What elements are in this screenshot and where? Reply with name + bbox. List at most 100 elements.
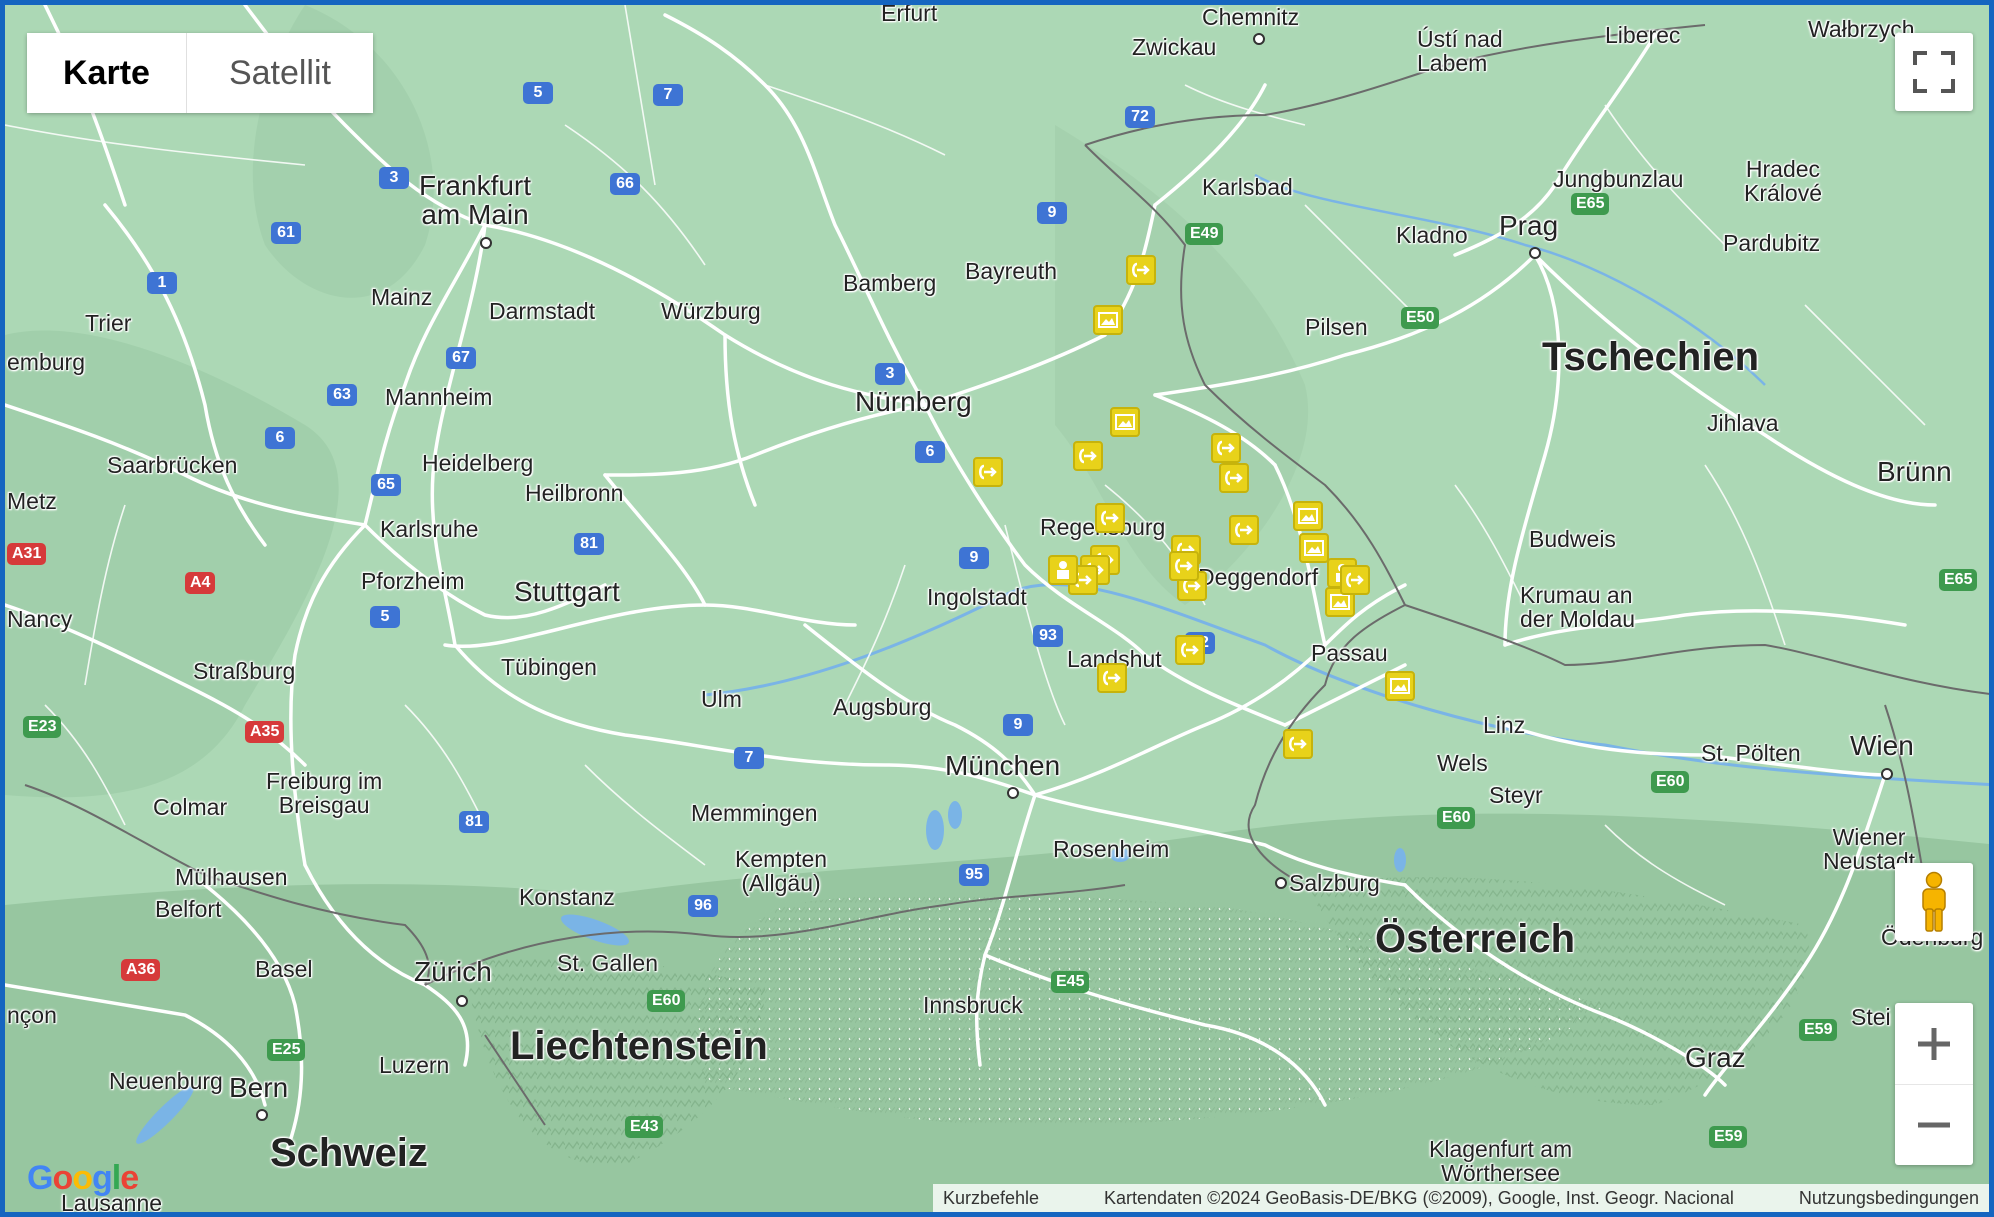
- minus-icon: [1918, 1122, 1950, 1127]
- city-label: Mannheim: [385, 384, 493, 410]
- city-label: nçon: [7, 1002, 57, 1028]
- arrow-icon: [1132, 262, 1150, 278]
- poi-marker-arrow[interactable]: [1219, 463, 1249, 493]
- road-shield: E65: [1571, 193, 1610, 215]
- poi-marker-person[interactable]: [1048, 555, 1078, 585]
- road-shield: 67: [446, 347, 476, 369]
- poi-marker-photo[interactable]: [1299, 533, 1329, 563]
- city-label: Bern: [229, 1072, 289, 1103]
- city-label: Neuenburg: [109, 1068, 223, 1094]
- poi-marker-arrow[interactable]: [1126, 255, 1156, 285]
- city-label: Jihlava: [1707, 410, 1779, 436]
- road-shield: A31: [7, 543, 47, 565]
- poi-marker-photo[interactable]: [1385, 671, 1415, 701]
- arrow-icon: [1346, 572, 1364, 588]
- poi-marker-arrow[interactable]: [1097, 663, 1127, 693]
- poi-marker-arrow[interactable]: [1175, 635, 1205, 665]
- fullscreen-icon: [1913, 51, 1955, 93]
- zoom-control: [1895, 1003, 1973, 1165]
- poi-marker-photo[interactable]: [1293, 501, 1323, 531]
- zoom-in-button[interactable]: [1895, 1004, 1973, 1085]
- fullscreen-button[interactable]: [1895, 33, 1973, 111]
- city-label: Freiburg im Breisgau: [266, 768, 383, 819]
- road-shield: E59: [1709, 1126, 1748, 1148]
- road-shield: E59: [1799, 1019, 1838, 1041]
- city-label: Stei: [1851, 1004, 1891, 1030]
- road-shield: 63: [327, 384, 357, 406]
- poi-marker-arrow[interactable]: [1073, 441, 1103, 471]
- photo-icon: [1115, 414, 1135, 430]
- arrow-icon: [1217, 440, 1235, 456]
- city-label: Graz: [1685, 1042, 1746, 1073]
- road-shield: 96: [688, 895, 718, 917]
- country-label-osterreich: Österreich: [1375, 917, 1576, 961]
- keyboard-shortcuts-link[interactable]: Kurzbefehle: [943, 1188, 1039, 1209]
- road-shield: 66: [610, 173, 640, 195]
- map-type-map-button[interactable]: Karte: [27, 33, 186, 113]
- road-shield: 5: [370, 606, 400, 628]
- zoom-out-button[interactable]: [1895, 1085, 1973, 1165]
- city-label: St. Pölten: [1701, 740, 1801, 766]
- city-label: Karlsbad: [1202, 174, 1293, 200]
- road-shield: 6: [915, 441, 945, 463]
- road-shield: 7: [653, 84, 683, 106]
- road-shield: 9: [1037, 202, 1067, 224]
- country-label-schweiz: Schweiz: [270, 1131, 428, 1175]
- poi-marker-photo[interactable]: [1110, 407, 1140, 437]
- city-label: Würzburg: [661, 298, 761, 324]
- city-dot: [1529, 247, 1541, 259]
- road-shield: 95: [959, 864, 989, 886]
- city-label: Nürnberg: [855, 386, 972, 417]
- city-label: Pardubitz: [1723, 230, 1821, 256]
- road-shield: 3: [875, 363, 905, 385]
- street-view-pegman-button[interactable]: [1895, 863, 1973, 941]
- arrow-icon: [1175, 558, 1193, 574]
- map-canvas[interactable]: [5, 5, 1994, 1217]
- city-label: Nancy: [7, 606, 73, 632]
- poi-marker-arrow[interactable]: [1211, 433, 1241, 463]
- city-label: Konstanz: [519, 884, 615, 910]
- poi-marker-photo[interactable]: [1093, 305, 1123, 335]
- city-label: Frankfurt am Main: [419, 170, 532, 231]
- road-shield: A36: [121, 959, 161, 981]
- road-shield: E50: [1401, 307, 1440, 329]
- arrow-icon: [1079, 448, 1097, 464]
- city-label: Kempten (Allgäu): [735, 846, 828, 897]
- poi-marker-arrow[interactable]: [1283, 729, 1313, 759]
- city-label: Mainz: [371, 284, 433, 310]
- poi-marker-arrow[interactable]: [1340, 565, 1370, 595]
- city-label: Jungbunzlau: [1553, 166, 1684, 192]
- road-shield: 61: [271, 222, 301, 244]
- map-container[interactable]: Karte Satellit Tschechien Österreich Lie…: [0, 0, 1994, 1217]
- city-label: Krumau an der Moldau: [1520, 582, 1636, 633]
- city-label: Straßburg: [193, 658, 296, 684]
- arrow-icon: [1101, 510, 1119, 526]
- city-label: Innsbruck: [923, 992, 1023, 1018]
- road-shield: 3: [379, 167, 409, 189]
- poi-marker-arrow[interactable]: [973, 457, 1003, 487]
- city-label: Wien: [1850, 730, 1914, 761]
- city-label: Augsburg: [833, 694, 932, 720]
- poi-marker-arrow[interactable]: [1095, 503, 1125, 533]
- road-shield: A4: [185, 572, 216, 594]
- city-label: Tübingen: [501, 654, 597, 680]
- city-label: Chemnitz: [1202, 4, 1300, 30]
- road-shield: E60: [1437, 807, 1476, 829]
- city-label: Belfort: [155, 896, 222, 922]
- terms-link[interactable]: Nutzungsbedingungen: [1799, 1188, 1979, 1209]
- map-type-satellite-button[interactable]: Satellit: [185, 33, 373, 113]
- poi-marker-arrow[interactable]: [1169, 551, 1199, 581]
- poi-marker-arrow[interactable]: [1229, 515, 1259, 545]
- photo-icon: [1390, 678, 1410, 694]
- city-label: Bayreuth: [965, 258, 1058, 284]
- road-shield: 65: [371, 474, 401, 496]
- arrow-icon: [1235, 522, 1253, 538]
- city-label: emburg: [7, 349, 85, 375]
- city-label: Colmar: [153, 794, 228, 820]
- city-label: Karlsruhe: [380, 516, 479, 542]
- city-label: Saarbrücken: [107, 452, 238, 478]
- arrow-icon: [1181, 642, 1199, 658]
- country-label-tschechien: Tschechien: [1542, 335, 1760, 379]
- country-label-liechtenstein: Liechtenstein: [510, 1024, 768, 1068]
- road-shield: E49: [1185, 223, 1224, 245]
